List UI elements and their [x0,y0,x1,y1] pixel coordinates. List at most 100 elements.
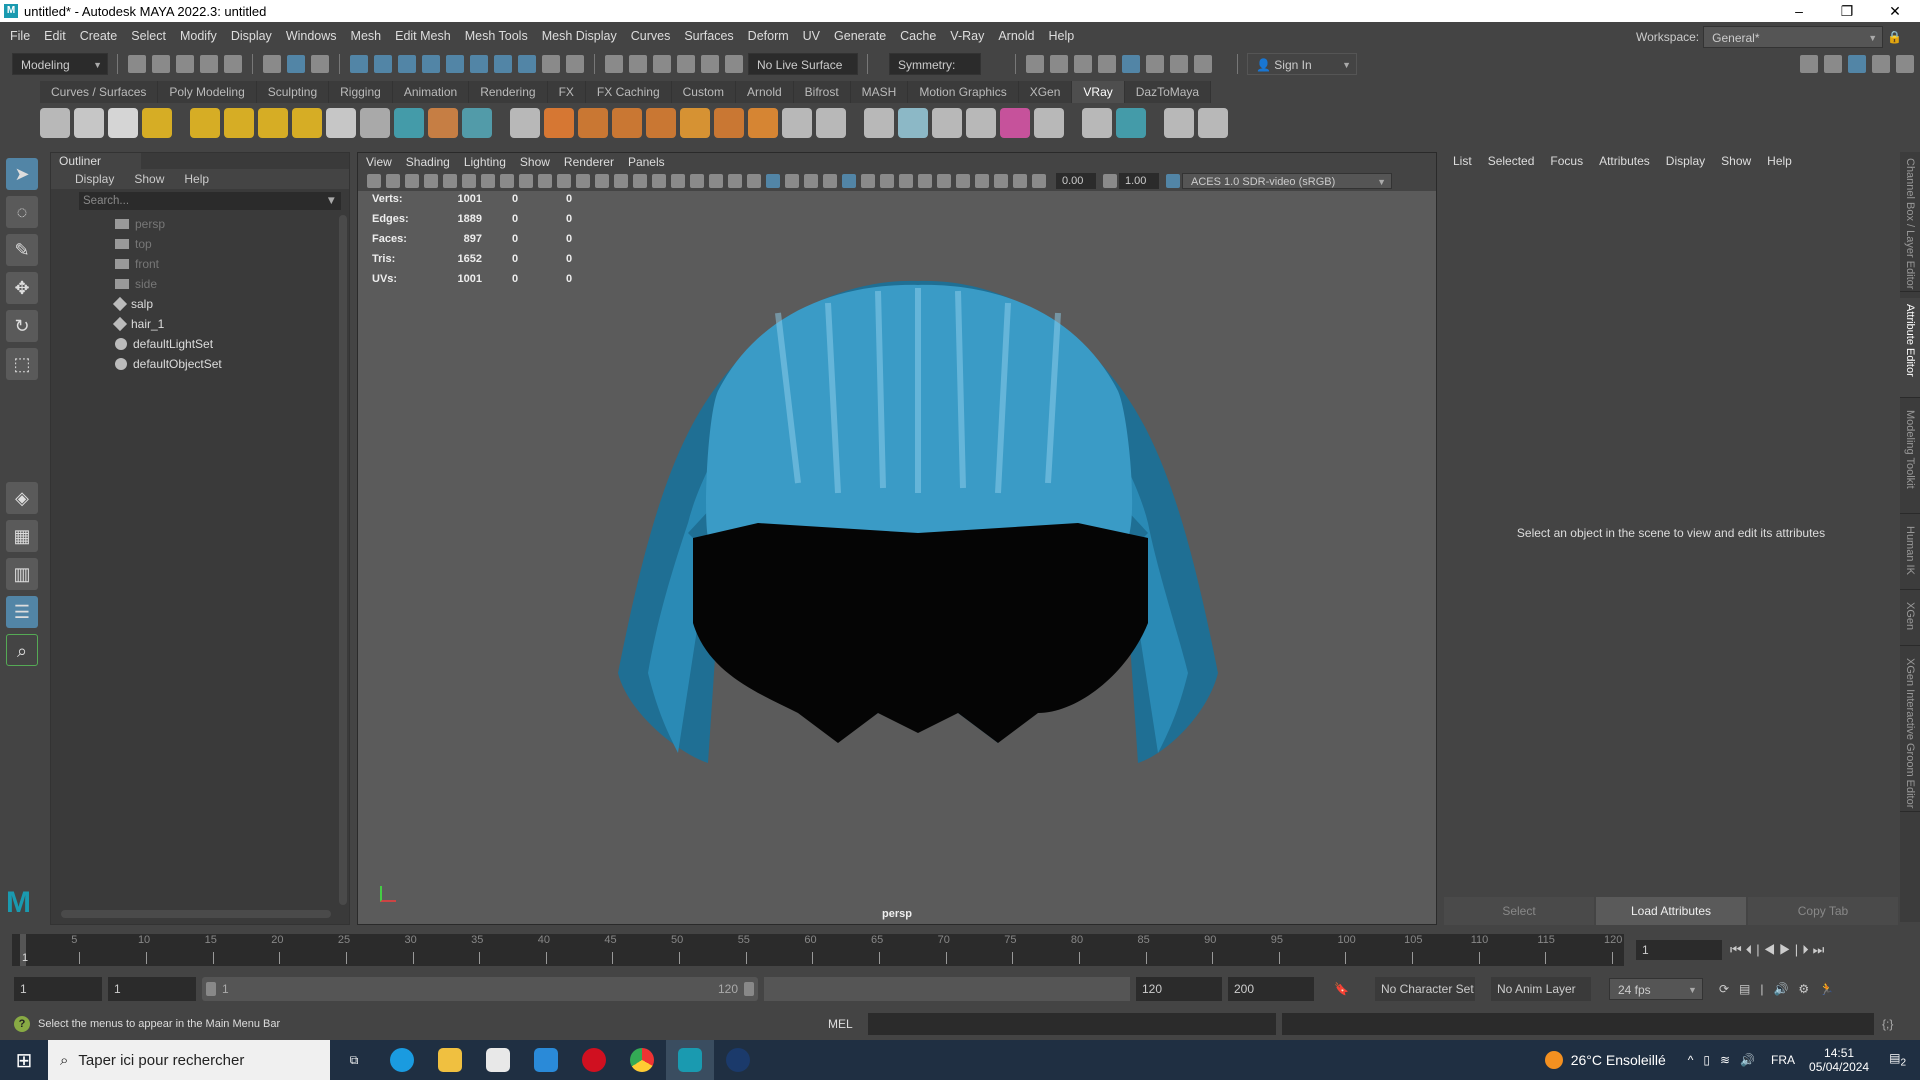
history-icon[interactable] [725,55,743,73]
select-hierarchy-icon[interactable] [263,55,281,73]
menu-display[interactable]: Display [231,29,272,43]
maximize-button[interactable]: ❐ [1824,0,1870,22]
select-tool-icon[interactable]: ➤ [6,158,38,190]
outliner-menu-help[interactable]: Help [184,169,209,189]
close-button[interactable]: ✕ [1872,0,1918,22]
undo-icon[interactable] [200,55,218,73]
shelf-tool-icon[interactable] [932,108,962,138]
move-tool-icon[interactable]: ✥ [6,272,38,304]
shelf-tool-icon[interactable] [1116,108,1146,138]
shelf-tool-icon[interactable] [578,108,608,138]
current-frame-field[interactable]: 1 [1636,940,1722,960]
hair-model[interactable] [358,153,1438,926]
pause-icon[interactable] [1194,55,1212,73]
shelf-tool-icon[interactable] [646,108,676,138]
command-input[interactable] [868,1013,1276,1035]
render-setup-icon[interactable] [1146,55,1164,73]
open-scene-icon[interactable] [152,55,170,73]
shelf-tab-rigging[interactable]: Rigging [329,81,393,103]
attr-menu-selected[interactable]: Selected [1488,152,1535,170]
attribute-editor-icon[interactable] [1848,55,1866,73]
history-icon[interactable] [629,55,647,73]
shelf-tool-icon[interactable] [1198,108,1228,138]
shelf-tool-icon[interactable] [510,108,540,138]
history-icon[interactable] [677,55,695,73]
light-editor-icon[interactable] [1170,55,1188,73]
human-ik-icon[interactable] [1824,55,1842,73]
viewport-panel[interactable]: View Shading Lighting Show Renderer Panels 0.… [357,152,1437,925]
menu-arnold[interactable]: Arnold [998,29,1034,43]
shelf-tab-xgen[interactable]: XGen [1018,81,1073,103]
system-tray-icons[interactable]: ^▯≋🔊 [1688,1053,1765,1067]
snap-view-icon[interactable] [422,55,440,73]
attr-menu-show[interactable]: Show [1721,152,1751,170]
paint-select-tool-icon[interactable]: ✎ [6,234,38,266]
two-view-layout-icon[interactable]: ▥ [6,558,38,590]
side-tab-attribute-editor[interactable]: Attribute Editor [1900,298,1920,398]
render-settings-icon[interactable] [1098,55,1116,73]
shelf-tab-poly-modeling[interactable]: Poly Modeling [158,81,257,103]
shelf-tool-icon[interactable] [74,108,104,138]
search-icon[interactable]: ⌕ [6,634,38,666]
snap-live-icon[interactable] [470,55,488,73]
render-frame-icon[interactable] [1050,55,1068,73]
shelf-tab-daztomaya[interactable]: DazToMaya [1124,81,1212,103]
clock[interactable]: 14:51 05/04/2024 [1809,1046,1869,1074]
shelf-tab-custom[interactable]: Custom [671,81,736,103]
side-tab-human-ik[interactable]: Human IK [1900,520,1920,590]
select-object-icon[interactable] [287,55,305,73]
live-surface-field[interactable]: No Live Surface [748,53,858,75]
side-tab-modeling-toolkit[interactable]: Modeling Toolkit [1900,404,1920,514]
edge-icon[interactable] [378,1040,426,1080]
side-tab-xgen[interactable]: XGen [1900,596,1920,646]
snap-point-icon[interactable] [398,55,416,73]
menu-curves[interactable]: Curves [631,29,671,43]
shelf-tool-icon[interactable] [1164,108,1194,138]
shelf-tool-icon[interactable] [40,108,70,138]
lock-selection-icon[interactable] [542,55,560,73]
outliner-layout-icon[interactable]: ☰ [6,596,38,628]
menu-mesh-tools[interactable]: Mesh Tools [465,29,528,43]
menu-edit[interactable]: Edit [44,29,66,43]
maya-taskbar-icon[interactable] [666,1040,714,1080]
outliner-item-persp[interactable]: persp [83,214,349,234]
four-view-layout-icon[interactable]: ▦ [6,520,38,552]
select-component-icon[interactable] [311,55,329,73]
shelf-tool-icon[interactable] [190,108,220,138]
single-view-layout-icon[interactable]: ◈ [6,482,38,514]
attr-menu-focus[interactable]: Focus [1550,152,1583,170]
outliner-search-input[interactable]: Search... ▼ [79,192,341,210]
shelf-tool-icon[interactable] [326,108,356,138]
playback-end-field[interactable]: 120 [1136,977,1222,1001]
lasso-tool-icon[interactable]: ◌ [6,196,38,228]
outliner-item-defaultlightset[interactable]: defaultLightSet [83,334,349,354]
task-view-icon[interactable]: ⧉ [330,1040,378,1080]
minimize-button[interactable]: – [1776,0,1822,22]
redo-icon[interactable] [224,55,242,73]
menu-v-ray[interactable]: V-Ray [950,29,984,43]
workspace-dropdown[interactable]: General* ▼ [1703,26,1884,48]
channel-box-icon[interactable] [1896,55,1914,73]
notification-center-icon[interactable]: ▤2 [1889,1051,1906,1068]
outliner-vertical-scrollbar[interactable] [339,215,347,905]
menu-windows[interactable]: Windows [286,29,337,43]
weather-text[interactable]: 26°C Ensoleillé [1571,1052,1666,1068]
symmetry-dropdown[interactable]: Symmetry: Off [889,53,981,94]
shelf-tab-fx-caching[interactable]: FX Caching [585,81,672,103]
menu-generate[interactable]: Generate [834,29,886,43]
outliner-menu-display[interactable]: Display [75,169,114,189]
outliner-horizontal-scrollbar[interactable] [61,910,331,918]
shelf-tab-fx[interactable]: FX [547,81,586,103]
shelf-tab-sculpting[interactable]: Sculpting [256,81,330,103]
new-scene-icon[interactable] [128,55,146,73]
end-time-field[interactable]: 200 [1228,977,1314,1001]
side-tab-xgen-interactive-groom-editor[interactable]: XGen Interactive Groom Editor [1900,652,1920,812]
menu-edit-mesh[interactable]: Edit Mesh [395,29,451,43]
shelf-tool-icon[interactable] [462,108,492,138]
shelf-tool-icon[interactable] [224,108,254,138]
attr-menu-display[interactable]: Display [1666,152,1705,170]
menu-mesh-display[interactable]: Mesh Display [542,29,617,43]
highlight-icon[interactable] [566,55,584,73]
sign-in-button[interactable]: 👤 Sign In ▼ [1247,53,1357,75]
shelf-tool-icon[interactable] [612,108,642,138]
